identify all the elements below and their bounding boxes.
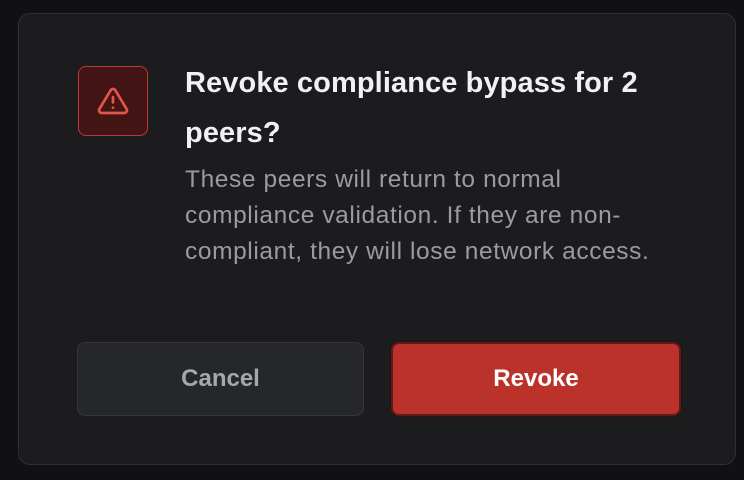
confirm-revoke-dialog: Revoke compliance bypass for 2 peers? Th… xyxy=(18,13,736,465)
dialog-message: These peers will return to normal compli… xyxy=(185,166,650,265)
dialog-title: Revoke compliance bypass for 2 peers? xyxy=(185,67,638,149)
cancel-button[interactable]: Cancel xyxy=(77,342,364,416)
warning-icon-container xyxy=(78,66,148,136)
revoke-button[interactable]: Revoke xyxy=(391,342,681,416)
alert-triangle-icon xyxy=(97,87,129,115)
